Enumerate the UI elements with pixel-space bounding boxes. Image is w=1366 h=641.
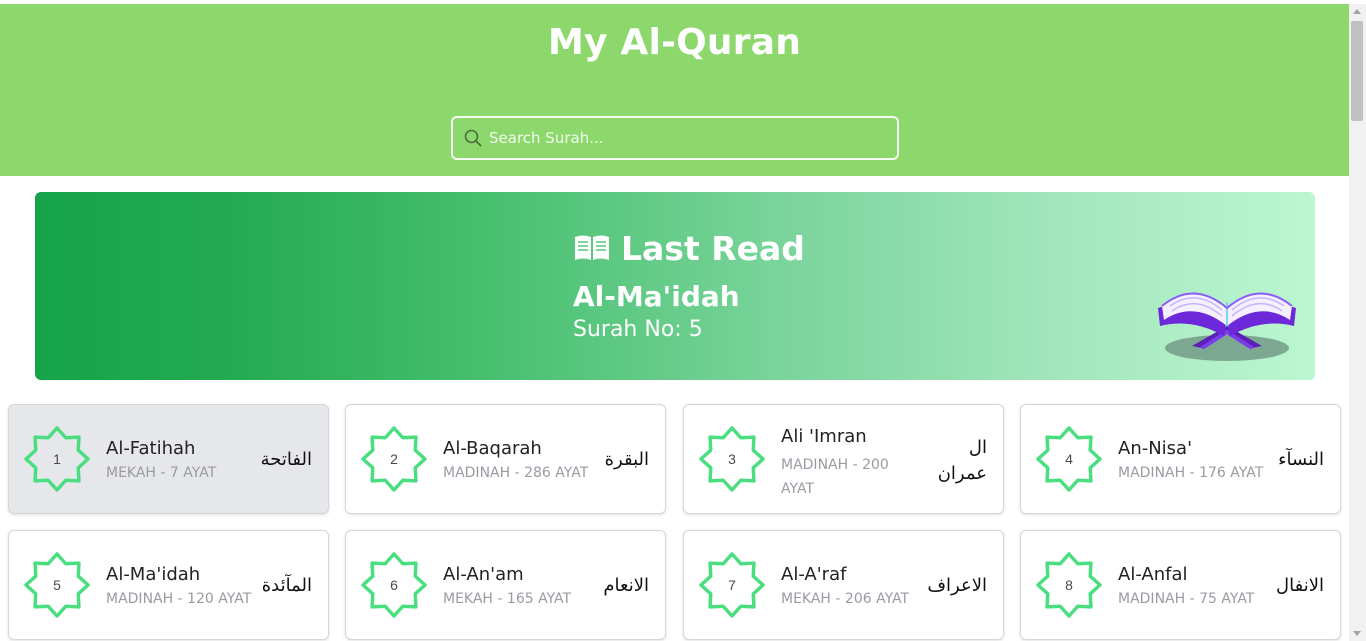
- surah-arabic-name: البقرة: [604, 449, 649, 470]
- surah-number: 2: [390, 451, 398, 467]
- surah-card[interactable]: 5 Al-Ma'idah MADINAH - 120 AYAT المآئدة: [8, 530, 329, 640]
- last-read-content: Last Read Al-Ma'idah Surah No: 5: [573, 228, 805, 343]
- surah-card[interactable]: 7 Al-A'raf MEKAH - 206 AYAT الاعراف: [683, 530, 1004, 640]
- scroll-up-arrow-icon[interactable]: [1353, 9, 1361, 14]
- surah-meta: MEKAH - 165 AYAT: [443, 591, 572, 607]
- last-read-surah-number: Surah No: 5: [573, 317, 703, 342]
- surah-meta: MEKAH - 7 AYAT: [106, 465, 217, 481]
- surah-number: 7: [728, 577, 736, 593]
- surah-name: Ali 'Imran: [781, 426, 867, 447]
- last-read-heading: Last Read: [573, 228, 805, 268]
- surah-card[interactable]: 2 Al-Baqarah MADINAH - 286 AYAT البقرة: [345, 404, 666, 514]
- surah-name: An-Nisa': [1118, 438, 1193, 459]
- search-input[interactable]: [489, 118, 889, 158]
- surah-name: Al-A'raf: [781, 564, 847, 585]
- surah-card[interactable]: 1 Al-Fatihah MEKAH - 7 AYAT الفاتحة: [8, 404, 329, 514]
- surah-card[interactable]: 6 Al-An'am MEKAH - 165 AYAT الانعام: [345, 530, 666, 640]
- surah-name: Al-Baqarah: [443, 438, 542, 459]
- surah-meta: MADINAH - 75 AYAT: [1118, 591, 1255, 607]
- surah-meta: MADINAH - 120 AYAT: [106, 591, 252, 607]
- surah-number: 5: [53, 577, 61, 593]
- surah-number: 8: [1065, 577, 1073, 593]
- scroll-down-arrow-icon[interactable]: [1353, 631, 1361, 636]
- scrollbar-thumb[interactable]: [1351, 21, 1363, 121]
- surah-meta: MADINAH - 176 AYAT: [1118, 465, 1264, 481]
- last-read-surah-name: Al-Ma'idah: [573, 280, 740, 313]
- last-read-title: Last Read: [621, 228, 805, 268]
- app-title: My Al-Quran: [547, 22, 802, 63]
- surah-meta: MADINAH - 200 AYAT: [781, 457, 889, 497]
- surah-arabic-name: النسآء: [1278, 449, 1324, 470]
- surah-arabic-name: الانعام: [603, 575, 649, 596]
- quran-on-stand-illustration: [1158, 292, 1296, 361]
- last-read-banner[interactable]: Last Read Al-Ma'idah Surah No: 5: [35, 192, 1315, 380]
- vertical-scrollbar[interactable]: [1349, 4, 1366, 641]
- surah-arabic-name: الانفال: [1276, 575, 1324, 596]
- open-book-icon: [575, 235, 609, 260]
- search-icon: [464, 129, 482, 147]
- search-box[interactable]: [451, 116, 899, 160]
- app-header: My Al-Quran: [0, 4, 1349, 176]
- surah-card[interactable]: 8 Al-Anfal MADINAH - 75 AYAT الانفال: [1020, 530, 1341, 640]
- surah-number: 3: [728, 451, 736, 467]
- surah-card[interactable]: 4 An-Nisa' MADINAH - 176 AYAT النسآء: [1020, 404, 1341, 514]
- surah-number: 6: [390, 577, 398, 593]
- surah-meta: MADINAH - 286 AYAT: [443, 465, 589, 481]
- surah-meta: MEKAH - 206 AYAT: [781, 591, 910, 607]
- surah-number: 4: [1065, 451, 1073, 467]
- surah-name: Al-Fatihah: [106, 438, 196, 459]
- surah-arabic-name: الاعراف: [927, 575, 987, 596]
- surah-name: Al-Anfal: [1118, 564, 1188, 585]
- surah-arabic-name: ال عمران: [937, 437, 987, 484]
- page-viewport: My Al-Quran Last Read Al-Ma'idah Surah N…: [0, 4, 1349, 641]
- surah-name: Al-An'am: [443, 564, 524, 585]
- surah-number: 1: [53, 451, 61, 467]
- surah-card[interactable]: 3 Ali 'Imran MADINAH - 200 AYAT ال عمران: [683, 404, 1004, 514]
- surah-arabic-name: المآئدة: [261, 575, 312, 596]
- surah-name: Al-Ma'idah: [106, 564, 201, 585]
- surah-arabic-name: الفاتحة: [260, 449, 312, 470]
